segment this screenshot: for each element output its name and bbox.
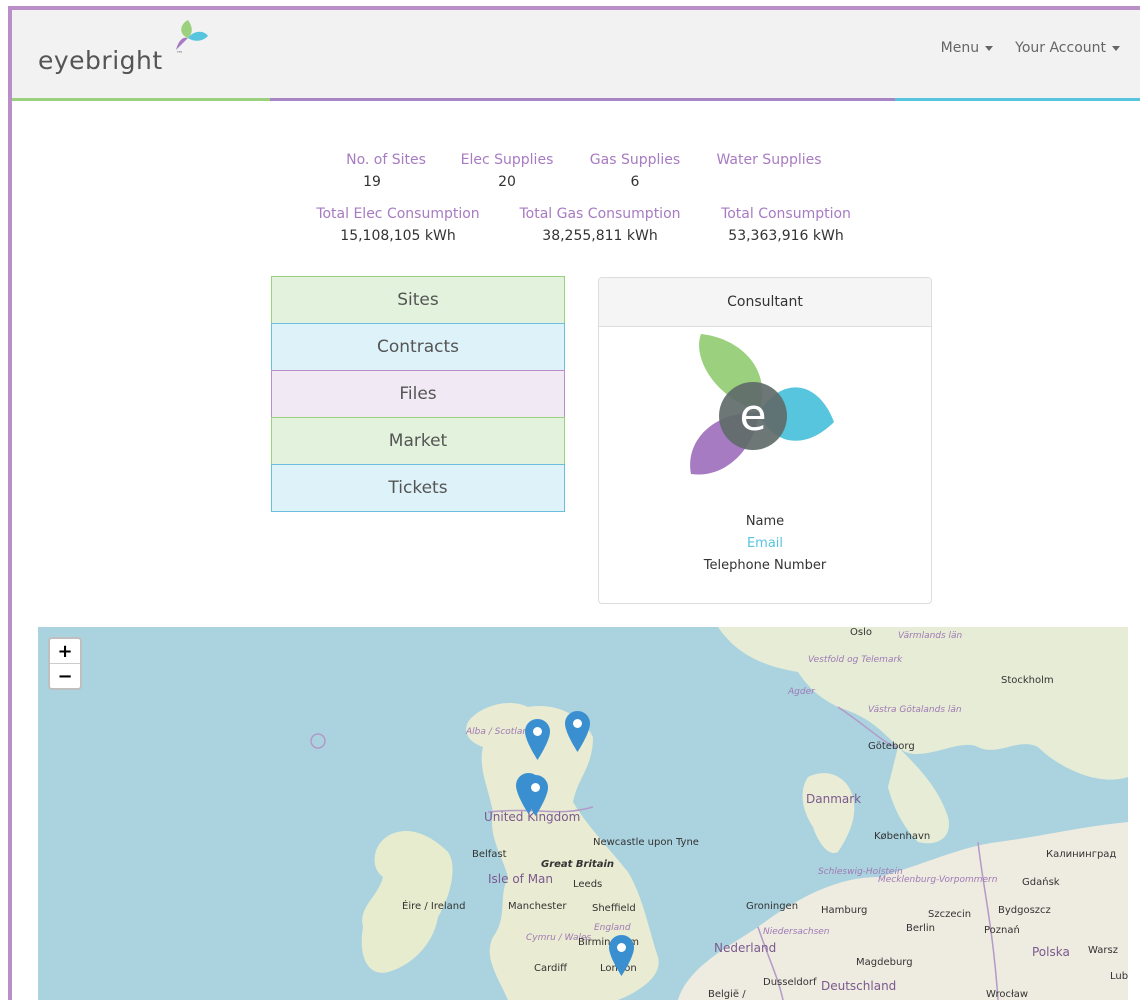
market-button[interactable]: Market [271, 417, 565, 465]
consultant-card: Consultant e Name Email Telephone Number [598, 277, 932, 604]
map-marker-icon[interactable] [523, 775, 548, 816]
stat-gas-value: 6 [630, 174, 640, 190]
stat-water-label: Water Supplies [716, 152, 822, 168]
map-label: Warsz [1088, 945, 1118, 956]
stat-sites-label: No. of Sites [346, 152, 426, 168]
map-label: Wrocław [986, 989, 1029, 1000]
map-label: Newcastle upon Tyne [593, 837, 699, 848]
brand-logo[interactable]: eyebright ™ [24, 20, 224, 80]
map-label: Göteborg [868, 741, 915, 752]
consultant-name: Name [745, 514, 785, 529]
navbar-accent-green [12, 98, 270, 101]
map-label: Groningen [746, 901, 799, 912]
navbar-accent-purple [270, 98, 895, 101]
map-label: Mecklenburg-Vorpommern [878, 875, 998, 885]
stat-total-elec-label: Total Elec Consumption [316, 206, 480, 222]
map-label: Värmlands län [898, 631, 963, 641]
stat-elec: Elec Supplies 20 [455, 152, 559, 190]
zoom-out-button[interactable]: − [50, 663, 80, 688]
map-label: Oslo [850, 627, 872, 638]
sites-map[interactable]: + − Oslo Värmlands län Vestfold og Telem… [38, 627, 1128, 1000]
brand-logo-text: eyebright [38, 46, 163, 75]
contracts-button[interactable]: Contracts [271, 323, 565, 371]
map-label: Alba / Scotland [466, 727, 534, 737]
map-label: Vestfold og Telemark [808, 655, 903, 665]
map-label: Stockholm [1001, 675, 1054, 686]
map-label: Magdeburg [856, 957, 913, 968]
map-label: Danmark [806, 792, 862, 806]
tickets-button[interactable]: Tickets [271, 464, 565, 512]
map-label: Polska [1032, 945, 1070, 959]
map-label: Great Britain [541, 859, 614, 870]
stat-gas: Gas Supplies 6 [585, 152, 685, 190]
map-label: Isle of Man [488, 872, 554, 886]
stat-total-gas-label: Total Gas Consumption [519, 206, 681, 222]
map-marker-icon[interactable] [565, 711, 590, 752]
stat-total-gas-value: 38,255,811 kWh [542, 228, 658, 244]
files-button[interactable]: Files [271, 370, 565, 418]
map-label: Hamburg [821, 905, 868, 916]
map-label: Sheffield [592, 903, 636, 914]
stat-elec-value: 20 [498, 174, 516, 190]
account-dropdown-label: Your Account [1015, 40, 1106, 56]
caret-down-icon [1112, 45, 1120, 51]
zoom-in-button[interactable]: + [50, 639, 80, 663]
map-label: København [874, 831, 931, 842]
stat-sites-value: 19 [363, 174, 381, 190]
map-label: Gdańsk [1022, 877, 1060, 888]
navbar-accent-blue [895, 98, 1140, 101]
consultant-logo-icon: e [690, 334, 834, 475]
stat-total-label: Total Consumption [721, 206, 851, 222]
map-label: Szczecin [928, 909, 972, 920]
stat-elec-label: Elec Supplies [460, 152, 554, 168]
caret-down-icon [985, 45, 994, 51]
stat-sites: No. of Sites 19 [338, 152, 434, 190]
stat-total-value: 53,363,916 kWh [728, 228, 844, 244]
stat-total-gas: Total Gas Consumption 38,255,811 kWh [512, 206, 688, 244]
map-label: Västra Götalands län [868, 705, 962, 715]
navigation-button-stack: Sites Contracts Files Market Tickets [271, 276, 565, 512]
map-label: Калининград [1046, 849, 1117, 860]
map-label: Niedersachsen [763, 927, 830, 937]
map-label: Agder [788, 687, 815, 697]
stat-gas-label: Gas Supplies [589, 152, 681, 168]
map-label: België / [708, 989, 746, 1000]
consultant-card-header: Consultant [599, 278, 931, 327]
map-label: Cardiff [534, 963, 568, 974]
map-marker-icon[interactable] [525, 719, 550, 760]
map-label: Bydgoszcz [998, 905, 1051, 916]
map-label: Deutschland [821, 979, 897, 993]
map-marker-icon[interactable] [609, 935, 634, 976]
consultant-telephone: Telephone Number [703, 558, 827, 573]
menu-dropdown[interactable]: Menu [940, 40, 994, 56]
stat-total-elec-value: 15,108,105 kWh [340, 228, 456, 244]
map-label: England [594, 923, 631, 933]
account-dropdown[interactable]: Your Account [1015, 40, 1120, 56]
brand-leaf-icon [176, 20, 208, 50]
stat-water: Water Supplies [710, 152, 828, 174]
map-label: Berlin [906, 923, 936, 934]
map-label: Nederland [714, 941, 777, 955]
map-label: Leeds [573, 879, 603, 890]
consultant-email-link[interactable]: Email [599, 536, 931, 551]
map-label: Dusseldorf [763, 977, 817, 988]
map-label: Lub [1110, 971, 1128, 982]
sites-button[interactable]: Sites [271, 276, 565, 324]
stat-total: Total Consumption 53,363,916 kWh [712, 206, 860, 244]
map-zoom-control: + − [48, 637, 82, 690]
frame-border-left [8, 6, 12, 1000]
map-label: Éire / Ireland [402, 901, 466, 912]
map-label: Manchester [508, 901, 567, 912]
menu-dropdown-label: Menu [940, 40, 980, 56]
consultant-logo-letter: e [739, 390, 766, 441]
navbar-right: Menu Your Account [941, 40, 1120, 56]
map-label: Belfast [472, 849, 507, 860]
map-label: Poznań [984, 925, 1020, 936]
stat-total-elec: Total Elec Consumption 15,108,105 kWh [308, 206, 488, 244]
